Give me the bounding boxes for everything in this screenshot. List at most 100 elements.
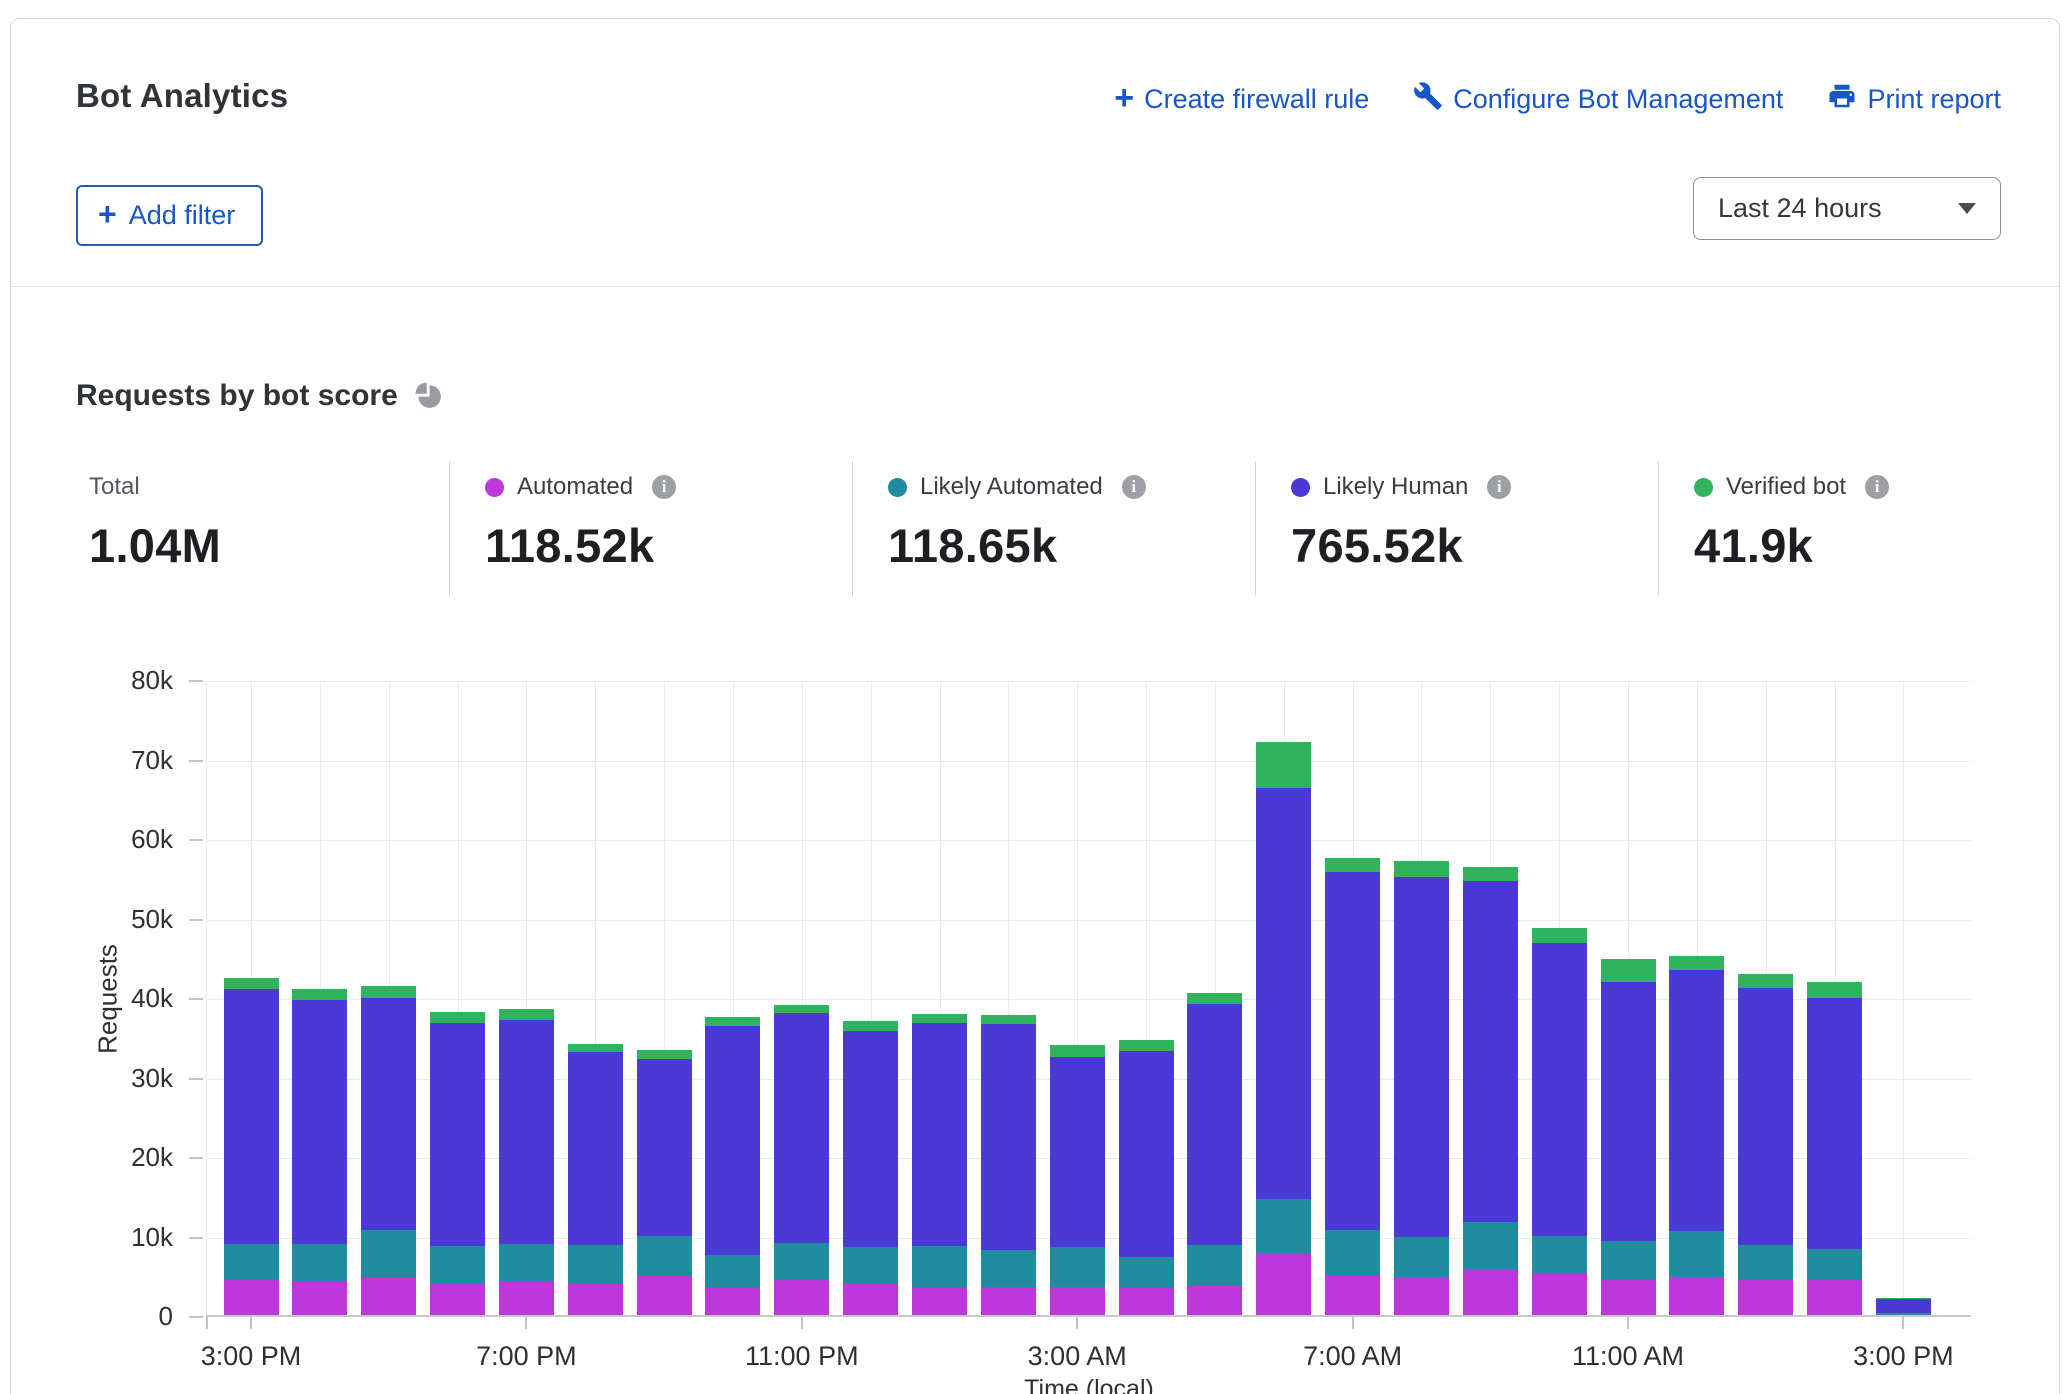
- bar-1200pm[interactable]: [1669, 681, 1724, 1317]
- bar-segment-automated[interactable]: [1394, 1277, 1449, 1317]
- bar-segment-likely-human[interactable]: [1050, 1057, 1105, 1247]
- bar-segment-likely-automated[interactable]: [1187, 1245, 1242, 1286]
- bar-segment-verified-bot[interactable]: [1394, 861, 1449, 878]
- bar-segment-likely-human[interactable]: [1807, 998, 1862, 1248]
- bar-segment-automated[interactable]: [637, 1276, 692, 1317]
- bar-400pm[interactable]: [292, 681, 347, 1317]
- bar-segment-automated[interactable]: [1256, 1253, 1311, 1317]
- bar-segment-likely-automated[interactable]: [361, 1230, 416, 1278]
- bar-segment-automated[interactable]: [1050, 1287, 1105, 1317]
- bar-segment-verified-bot[interactable]: [1669, 956, 1724, 970]
- bar-segment-automated[interactable]: [1119, 1288, 1174, 1317]
- bar-segment-automated[interactable]: [1532, 1273, 1587, 1317]
- bar-400am[interactable]: [1119, 681, 1174, 1317]
- bar-segment-verified-bot[interactable]: [1325, 858, 1380, 872]
- bar-segment-likely-human[interactable]: [637, 1059, 692, 1236]
- bar-300pm[interactable]: [1876, 681, 1931, 1317]
- bar-segment-likely-automated[interactable]: [1050, 1247, 1105, 1287]
- bar-segment-automated[interactable]: [1463, 1269, 1518, 1317]
- bar-segment-likely-automated[interactable]: [499, 1244, 554, 1281]
- bar-500am[interactable]: [1187, 681, 1242, 1317]
- bar-segment-automated[interactable]: [1807, 1280, 1862, 1317]
- bar-segment-verified-bot[interactable]: [361, 986, 416, 998]
- bar-segment-likely-human[interactable]: [1187, 1004, 1242, 1245]
- bar-segment-verified-bot[interactable]: [637, 1050, 692, 1059]
- bar-segment-verified-bot[interactable]: [1119, 1040, 1174, 1051]
- bar-segment-likely-human[interactable]: [224, 989, 279, 1244]
- bar-100am[interactable]: [912, 681, 967, 1317]
- bar-segment-likely-human[interactable]: [568, 1052, 623, 1245]
- bar-100pm[interactable]: [1738, 681, 1793, 1317]
- bar-segment-likely-human[interactable]: [499, 1020, 554, 1243]
- bar-segment-automated[interactable]: [1669, 1277, 1724, 1317]
- bar-segment-likely-automated[interactable]: [1256, 1199, 1311, 1254]
- bar-300am[interactable]: [1050, 681, 1105, 1317]
- bar-700pm[interactable]: [499, 681, 554, 1317]
- bar-segment-automated[interactable]: [981, 1287, 1036, 1317]
- bar-segment-likely-human[interactable]: [1119, 1051, 1174, 1257]
- bar-segment-likely-human[interactable]: [1601, 982, 1656, 1241]
- bar-segment-likely-human[interactable]: [292, 1000, 347, 1244]
- bar-segment-automated[interactable]: [705, 1288, 760, 1317]
- bar-segment-likely-automated[interactable]: [1807, 1249, 1862, 1281]
- bar-segment-likely-automated[interactable]: [224, 1244, 279, 1281]
- bar-segment-likely-human[interactable]: [981, 1024, 1036, 1251]
- bar-segment-verified-bot[interactable]: [912, 1014, 967, 1023]
- bar-200pm[interactable]: [1807, 681, 1862, 1317]
- bar-800pm[interactable]: [568, 681, 623, 1317]
- bar-segment-automated[interactable]: [912, 1288, 967, 1317]
- bar-segment-verified-bot[interactable]: [1807, 982, 1862, 998]
- bar-200am[interactable]: [981, 681, 1036, 1317]
- bar-segment-likely-automated[interactable]: [1532, 1236, 1587, 1273]
- bar-segment-likely-automated[interactable]: [912, 1246, 967, 1288]
- bar-segment-verified-bot[interactable]: [499, 1009, 554, 1020]
- bar-segment-automated[interactable]: [568, 1284, 623, 1317]
- bar-segment-likely-human[interactable]: [774, 1013, 829, 1243]
- bar-300pm[interactable]: [224, 681, 279, 1317]
- bar-1000am[interactable]: [1532, 681, 1587, 1317]
- bar-segment-likely-automated[interactable]: [1394, 1237, 1449, 1278]
- bar-segment-likely-automated[interactable]: [1463, 1222, 1518, 1269]
- bar-segment-likely-human[interactable]: [361, 998, 416, 1230]
- bar-segment-verified-bot[interactable]: [1532, 928, 1587, 943]
- bar-segment-automated[interactable]: [224, 1280, 279, 1317]
- bar-segment-likely-automated[interactable]: [430, 1246, 485, 1283]
- bar-1200am[interactable]: [843, 681, 898, 1317]
- bar-segment-automated[interactable]: [1601, 1280, 1656, 1317]
- bar-segment-verified-bot[interactable]: [292, 989, 347, 999]
- bar-segment-automated[interactable]: [430, 1283, 485, 1317]
- bar-segment-automated[interactable]: [843, 1284, 898, 1317]
- bar-segment-likely-automated[interactable]: [774, 1243, 829, 1280]
- bar-segment-likely-human[interactable]: [912, 1023, 967, 1246]
- bar-segment-likely-automated[interactable]: [568, 1245, 623, 1284]
- bar-segment-likely-human[interactable]: [1463, 881, 1518, 1221]
- bar-segment-likely-human[interactable]: [1394, 877, 1449, 1236]
- bar-segment-likely-automated[interactable]: [1738, 1245, 1793, 1279]
- bar-1100pm[interactable]: [774, 681, 829, 1317]
- bar-segment-verified-bot[interactable]: [568, 1044, 623, 1052]
- bar-segment-automated[interactable]: [1325, 1275, 1380, 1317]
- bar-segment-likely-automated[interactable]: [705, 1255, 760, 1288]
- bar-1100am[interactable]: [1601, 681, 1656, 1317]
- bar-600am[interactable]: [1256, 681, 1311, 1317]
- bar-700am[interactable]: [1325, 681, 1380, 1317]
- bar-segment-verified-bot[interactable]: [1876, 1298, 1931, 1299]
- bar-segment-automated[interactable]: [361, 1278, 416, 1317]
- bar-segment-verified-bot[interactable]: [705, 1017, 760, 1027]
- bar-segment-automated[interactable]: [774, 1280, 829, 1317]
- bar-segment-automated[interactable]: [292, 1281, 347, 1317]
- bar-500pm[interactable]: [361, 681, 416, 1317]
- bar-900pm[interactable]: [637, 681, 692, 1317]
- bar-segment-verified-bot[interactable]: [1463, 867, 1518, 881]
- bar-segment-likely-automated[interactable]: [292, 1244, 347, 1281]
- bar-800am[interactable]: [1394, 681, 1449, 1317]
- bar-segment-likely-human[interactable]: [1256, 788, 1311, 1198]
- bar-segment-likely-human[interactable]: [1325, 872, 1380, 1230]
- bar-segment-verified-bot[interactable]: [224, 978, 279, 988]
- bar-segment-verified-bot[interactable]: [430, 1012, 485, 1023]
- bar-1000pm[interactable]: [705, 681, 760, 1317]
- bar-segment-verified-bot[interactable]: [1050, 1045, 1105, 1057]
- bar-segment-verified-bot[interactable]: [1601, 959, 1656, 981]
- bar-segment-automated[interactable]: [1187, 1286, 1242, 1317]
- bar-600pm[interactable]: [430, 681, 485, 1317]
